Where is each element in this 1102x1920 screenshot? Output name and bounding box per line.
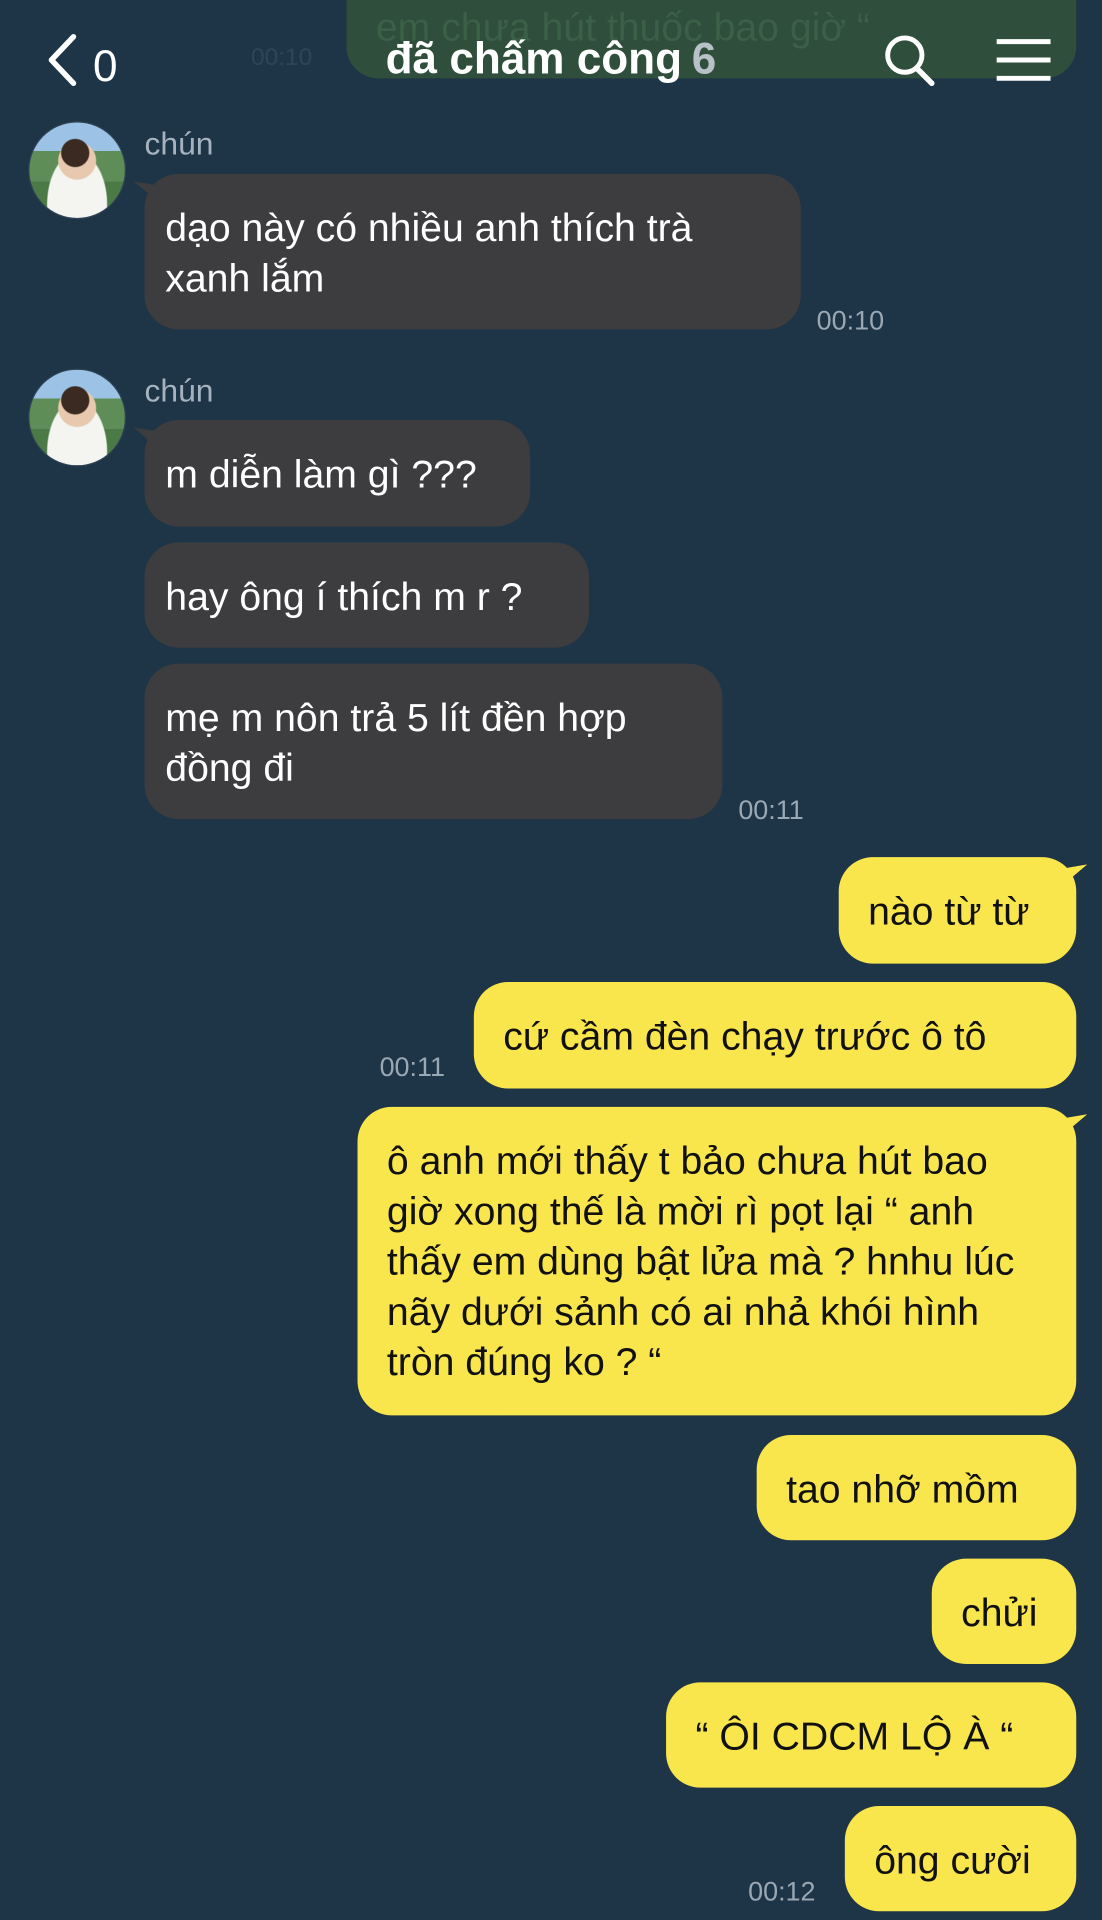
message-text: ông cười <box>874 1837 1031 1882</box>
message-time: 00:12 <box>748 1875 816 1907</box>
outgoing-message[interactable]: tao nhỡ mồm <box>756 1434 1077 1541</box>
incoming-message[interactable]: dạo này có nhiều anh thích trà xanh lắm <box>144 173 801 330</box>
message-text: “ ÔI CDCM LỘ À “ <box>695 1714 1014 1759</box>
outgoing-message[interactable]: “ ÔI CDCM LỘ À “ <box>666 1682 1077 1788</box>
outgoing-message[interactable]: nào từ từ <box>838 857 1077 964</box>
chat-title[interactable]: đã chấm công 6 <box>0 33 1102 84</box>
avatar[interactable] <box>29 369 125 466</box>
message-time: 00:11 <box>738 794 804 826</box>
member-count: 6 <box>691 33 717 84</box>
search-icon[interactable] <box>884 34 935 88</box>
outgoing-message[interactable]: chửi <box>931 1558 1077 1664</box>
sender-name: chún <box>144 372 214 409</box>
message-text: mẹ m nôn trả 5 lít đền hợp đồng đi <box>165 695 627 790</box>
incoming-message[interactable]: hay ông í thích m r ? <box>144 542 589 648</box>
message-text: cứ cầm đèn chạy trước ô tô <box>503 1013 987 1058</box>
avatar[interactable] <box>29 122 125 218</box>
outgoing-message[interactable]: cứ cầm đèn chạy trước ô tô <box>473 981 1077 1089</box>
incoming-message[interactable]: mẹ m nôn trả 5 lít đền hợp đồng đi <box>144 663 723 820</box>
sender-name: chún <box>144 124 214 162</box>
message-text: m diễn làm gì ??? <box>165 451 477 496</box>
chat-title-text: đã chấm công <box>385 33 683 84</box>
message-time: 00:10 <box>816 304 885 336</box>
outgoing-message[interactable]: ông cười <box>844 1805 1077 1912</box>
outgoing-message[interactable]: ô anh mới thấy t bảo chưa hút bao giờ xo… <box>357 1106 1077 1416</box>
chat-header: 0 đã chấm công 6 <box>0 0 1102 122</box>
message-time: 00:11 <box>379 1051 445 1083</box>
message-text: chửi <box>961 1590 1038 1635</box>
message-text: nào từ từ <box>868 888 1030 933</box>
chat-screen: em chưa hút thuốc bao giờ “ 00:10 0 đã c… <box>0 0 1102 1920</box>
message-text: dạo này có nhiều anh thích trà xanh lắm <box>165 205 693 300</box>
message-text: ô anh mới thấy t bảo chưa hút bao giờ xo… <box>386 1138 1015 1384</box>
menu-icon[interactable] <box>994 38 1053 82</box>
message-text: tao nhỡ mồm <box>786 1466 1019 1511</box>
incoming-message[interactable]: m diễn làm gì ??? <box>144 419 531 527</box>
message-text: hay ông í thích m r ? <box>165 574 523 619</box>
